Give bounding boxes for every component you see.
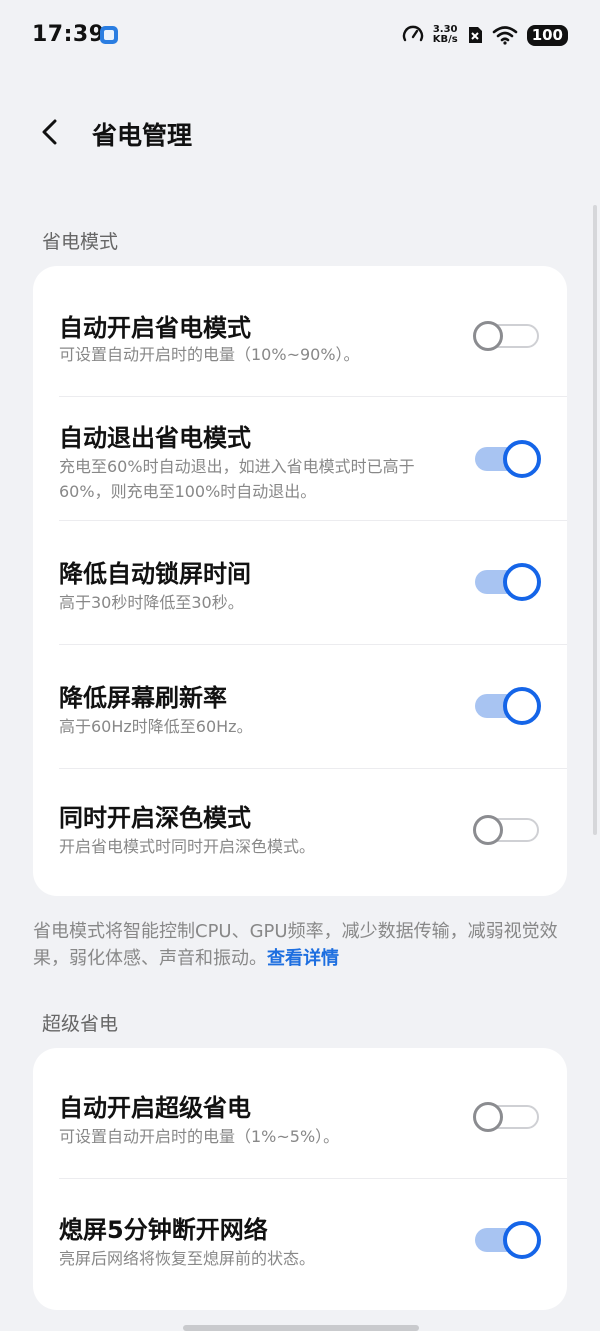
home-indicator[interactable]: [183, 1325, 419, 1331]
toggle-knob: [473, 321, 503, 351]
toggle-lock-time[interactable]: [475, 562, 541, 602]
setting-title: 自动退出省电模式: [59, 424, 251, 452]
app-notification-icon: [100, 26, 118, 44]
super-saving-card: 自动开启超级省电 可设置自动开启时的电量（1%~5%）。 熄屏5分钟断开网络 亮…: [33, 1048, 567, 1310]
status-icons: 3.30 KB/s 100: [402, 24, 568, 46]
setting-row-auto-exit[interactable]: 自动退出省电模式 充电至60%时自动退出，如进入省电模式时已高于60%，则充电至…: [33, 396, 567, 520]
toggle-dark-mode[interactable]: [473, 810, 539, 850]
page-title: 省电管理: [92, 121, 193, 150]
setting-title: 自动开启省电模式: [59, 314, 251, 342]
network-speed: 3.30 KB/s: [433, 25, 458, 45]
toggle-knob: [473, 1102, 503, 1132]
setting-row-screen-off-network[interactable]: 熄屏5分钟断开网络 亮屏后网络将恢复至熄屏前的状态。: [33, 1178, 567, 1310]
setting-row-lock-time[interactable]: 降低自动锁屏时间 高于30秒时降低至30秒。: [33, 520, 567, 644]
setting-row-auto-super[interactable]: 自动开启超级省电 可设置自动开启时的电量（1%~5%）。: [33, 1048, 567, 1178]
setting-title: 同时开启深色模式: [59, 804, 251, 832]
toggle-auto-exit[interactable]: [475, 439, 541, 479]
toggle-auto-super[interactable]: [473, 1097, 539, 1137]
setting-description: 可设置自动开启时的电量（1%~5%）。: [59, 1127, 340, 1146]
section-label-power-saving: 省电模式: [42, 231, 119, 253]
power-saving-footnote: 省电模式将智能控制CPU、GPU频率，减少数据传输，减弱视觉效果，弱化体感、声音…: [33, 918, 573, 972]
scrollbar[interactable]: [593, 205, 597, 835]
section-label-super-saving: 超级省电: [42, 1013, 119, 1035]
toggle-knob: [473, 815, 503, 845]
speedometer-icon: [402, 25, 423, 42]
setting-row-auto-enable[interactable]: 自动开启省电模式 可设置自动开启时的电量（10%~90%）。: [33, 266, 567, 396]
setting-title: 降低自动锁屏时间: [59, 560, 251, 588]
status-bar: 17:39 3.30 KB/s 100: [0, 0, 600, 72]
no-sim-icon: [468, 27, 482, 43]
setting-description: 高于60Hz时降低至60Hz。: [59, 717, 253, 736]
nav-bar: 省电管理: [0, 100, 600, 164]
setting-title: 自动开启超级省电: [59, 1094, 251, 1122]
status-time: 17:39: [32, 22, 105, 47]
battery-icon: 100: [526, 24, 568, 46]
setting-description: 开启省电模式时同时开启深色模式。: [59, 837, 316, 856]
toggle-knob: [503, 440, 541, 478]
toggle-knob: [503, 687, 541, 725]
toggle-screen-off-network[interactable]: [475, 1220, 541, 1260]
setting-row-dark-mode[interactable]: 同时开启深色模式 开启省电模式时同时开启深色模式。: [33, 768, 567, 896]
power-saving-card: 自动开启省电模式 可设置自动开启时的电量（10%~90%）。 自动退出省电模式 …: [33, 266, 567, 896]
toggle-knob: [503, 563, 541, 601]
toggle-knob: [503, 1221, 541, 1259]
setting-title: 熄屏5分钟断开网络: [59, 1216, 268, 1244]
toggle-refresh-rate[interactable]: [475, 686, 541, 726]
network-speed-unit: KB/s: [432, 34, 458, 45]
setting-description: 高于30秒时降低至30秒。: [59, 593, 244, 612]
setting-description: 充电至60%时自动退出，如进入省电模式时已高于60%，则充电至100%时自动退出…: [59, 457, 415, 501]
toggle-auto-enable[interactable]: [473, 316, 539, 356]
setting-title: 降低屏幕刷新率: [59, 684, 227, 712]
view-details-link[interactable]: 查看详情: [267, 948, 339, 969]
setting-description: 亮屏后网络将恢复至熄屏前的状态。: [59, 1249, 316, 1268]
setting-row-refresh-rate[interactable]: 降低屏幕刷新率 高于60Hz时降低至60Hz。: [33, 644, 567, 768]
setting-description: 可设置自动开启时的电量（10%~90%）。: [59, 345, 360, 364]
wifi-icon: [492, 26, 517, 45]
chevron-left-icon: [42, 119, 57, 145]
back-button[interactable]: [30, 112, 70, 152]
